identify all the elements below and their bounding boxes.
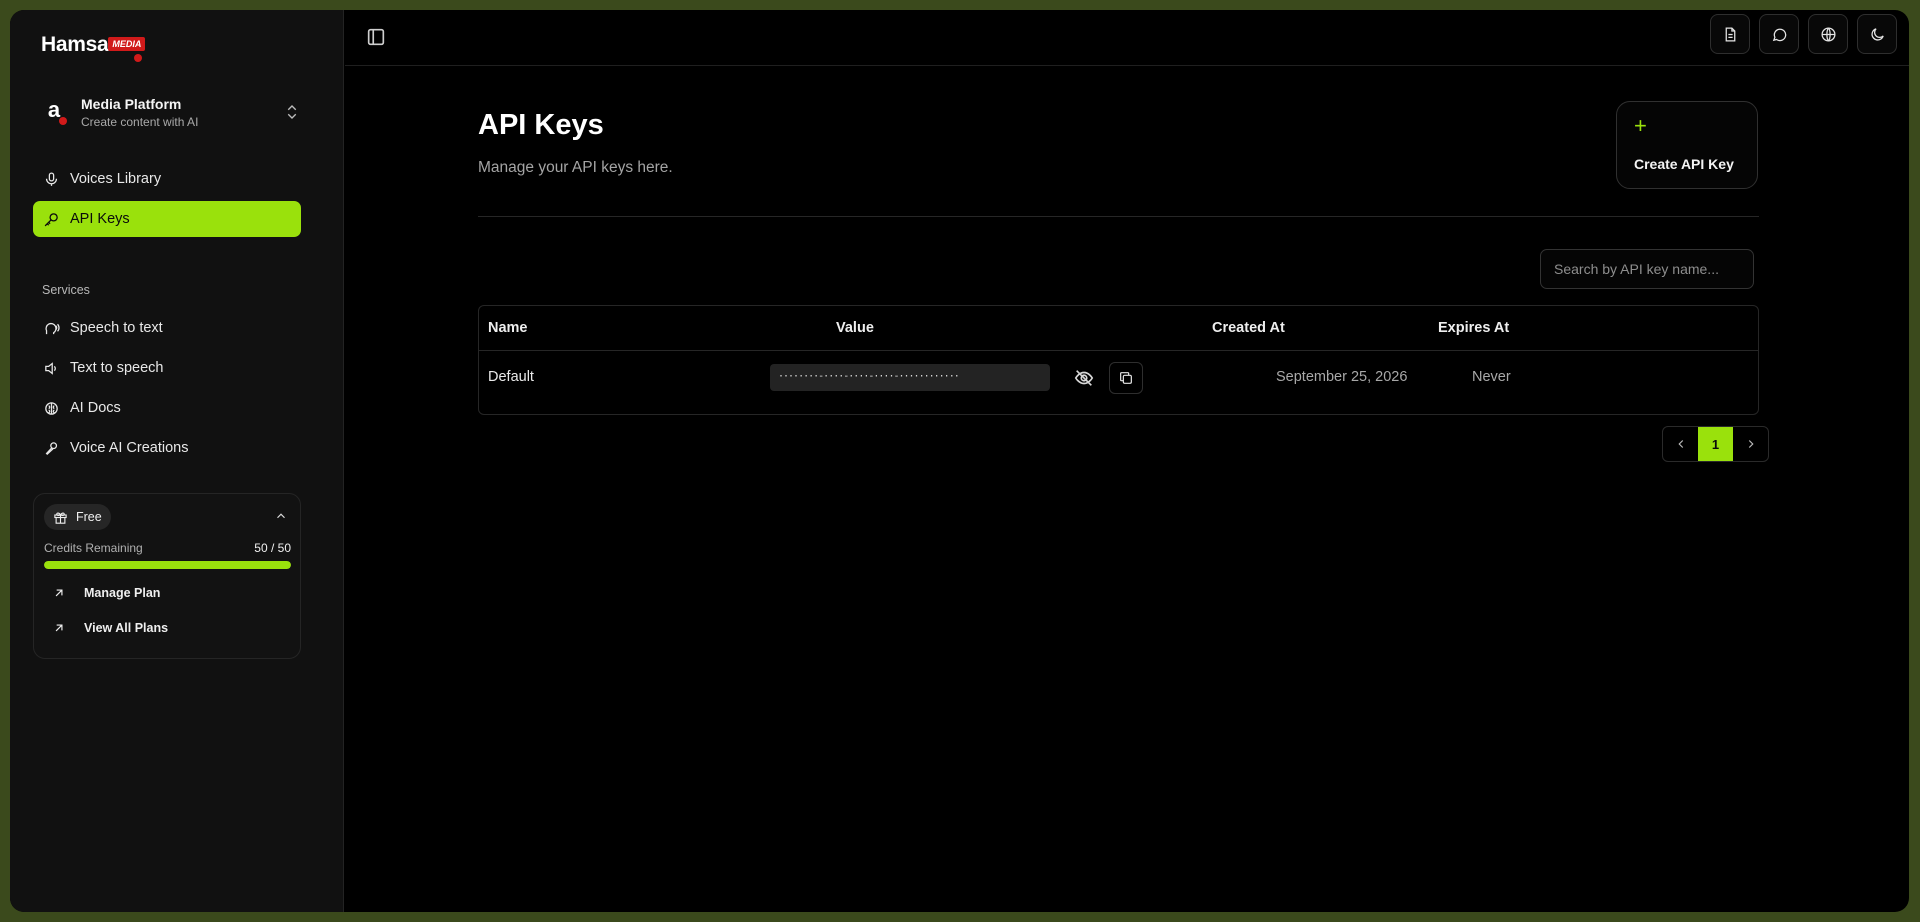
workspace-avatar-dot: [59, 117, 67, 125]
arrow-up-right-icon: [55, 624, 63, 632]
brand-logo[interactable]: Hamsa MEDIA: [41, 33, 146, 63]
view-all-plans-link[interactable]: View All Plans: [52, 621, 168, 635]
pagination: 1: [1662, 426, 1769, 462]
sidebar: Hamsa MEDIA a Media Platform Create cont…: [10, 10, 344, 912]
services-nav: Speech to text Text to speech AI Docs Vo…: [33, 310, 301, 470]
next-page-button[interactable]: [1733, 427, 1768, 461]
view-all-plans-label: View All Plans: [84, 621, 169, 635]
top-actions: [1710, 14, 1897, 54]
chevron-left-icon: [1677, 440, 1683, 448]
sidebar-item-label: API Keys: [70, 211, 130, 227]
workspace-avatar: a: [41, 99, 67, 125]
sidebar-toggle-icon[interactable]: [365, 26, 387, 48]
manage-plan-link[interactable]: Manage Plan: [52, 586, 160, 600]
table-row: Default ········-····-····-····-········…: [479, 351, 1758, 414]
workspace-text: Media Platform Create content with AI: [81, 96, 283, 129]
language-button[interactable]: [1808, 14, 1848, 54]
chevron-right-icon: [1748, 440, 1754, 448]
key-expires-at: Never: [1472, 369, 1511, 385]
sidebar-item-label: AI Docs: [70, 400, 121, 416]
credits-progress-bar: [44, 561, 291, 569]
message-circle-icon: [1772, 28, 1786, 41]
key-value-field: ········-····-····-····-············: [770, 364, 1050, 391]
gift-icon: [54, 511, 67, 524]
chevron-up-icon[interactable]: [274, 509, 288, 523]
credits-label: Credits Remaining: [44, 541, 143, 555]
api-keys-table: Name Value Created At Expires At Default…: [478, 305, 1759, 415]
create-api-key-button[interactable]: + Create API Key: [1616, 101, 1758, 189]
workspace-title: Media Platform: [81, 95, 182, 112]
column-header-value: Value: [836, 320, 874, 336]
credits-value: 50 / 50: [254, 541, 291, 555]
top-bar: [345, 10, 1909, 66]
key-icon: [44, 212, 58, 226]
app-window: Hamsa MEDIA a Media Platform Create cont…: [10, 10, 1909, 912]
sidebar-item-label: Voices Library: [70, 171, 162, 187]
workspace-avatar-letter: a: [47, 97, 61, 122]
brand-tag: MEDIA: [108, 37, 146, 51]
plan-name: Free: [76, 510, 102, 524]
sidebar-item-speech-to-text[interactable]: Speech to text: [33, 310, 301, 346]
column-header-name: Name: [488, 320, 528, 336]
brand-dot: [134, 54, 142, 62]
document-icon: [1725, 26, 1735, 42]
key-created-at: September 25, 2026: [1276, 369, 1408, 385]
speaker-icon: [45, 361, 56, 375]
key-name: Default: [488, 369, 534, 385]
sidebar-item-ai-docs[interactable]: AI Docs: [33, 390, 301, 426]
chat-button[interactable]: [1759, 14, 1799, 54]
docs-button[interactable]: [1710, 14, 1750, 54]
credits-progress-fill: [44, 561, 291, 569]
arrow-up-right-icon: [55, 589, 63, 597]
theme-toggle-button[interactable]: [1857, 14, 1897, 54]
table-header: Name Value Created At Expires At: [479, 306, 1758, 351]
header-divider: [478, 216, 1759, 217]
plus-icon: +: [1634, 113, 1647, 138]
sidebar-item-voice-ai-creations[interactable]: Voice AI Creations: [33, 430, 301, 466]
copy-icon: [1120, 372, 1132, 384]
sidebar-item-text-to-speech[interactable]: Text to speech: [33, 350, 301, 386]
sidebar-item-label: Speech to text: [70, 320, 163, 336]
column-header-expires-at: Expires At: [1438, 320, 1510, 336]
page-title: API Keys: [478, 109, 604, 141]
globe-icon: [1820, 26, 1836, 42]
sidebar-item-label: Text to speech: [70, 360, 164, 376]
create-api-key-label: Create API Key: [1634, 156, 1734, 172]
brand-name: Hamsa: [41, 33, 109, 56]
manage-plan-label: Manage Plan: [84, 586, 161, 600]
copy-key-button[interactable]: [1109, 362, 1143, 394]
workspace-switcher[interactable]: a Media Platform Create content with AI: [41, 89, 301, 135]
previous-page-button[interactable]: [1663, 427, 1698, 461]
plan-badge: Free: [44, 504, 111, 530]
brain-icon: [45, 401, 58, 415]
credits-card: Free Credits Remaining 50 / 50 Manage Pl…: [33, 493, 301, 659]
moon-icon: [1870, 27, 1884, 41]
eye-off-icon[interactable]: [1073, 367, 1095, 389]
sidebar-item-label: Voice AI Creations: [70, 440, 189, 456]
speech-head-icon: [45, 322, 60, 334]
feather-mic-icon: [45, 441, 58, 455]
main-nav: Voices Library API Keys: [33, 161, 301, 241]
page-subtitle: Manage your API keys here.: [478, 159, 673, 176]
column-header-created-at: Created At: [1212, 320, 1285, 336]
page-number-button[interactable]: 1: [1698, 427, 1733, 461]
mic-icon: [45, 171, 58, 186]
services-section-label: Services: [42, 283, 90, 297]
sidebar-item-api-keys[interactable]: API Keys: [33, 201, 301, 237]
sidebar-item-voices-library[interactable]: Voices Library: [33, 161, 301, 197]
chevrons-up-down-icon: [287, 105, 297, 119]
search-input[interactable]: [1540, 249, 1754, 289]
workspace-subtitle: Create content with AI: [81, 114, 199, 129]
